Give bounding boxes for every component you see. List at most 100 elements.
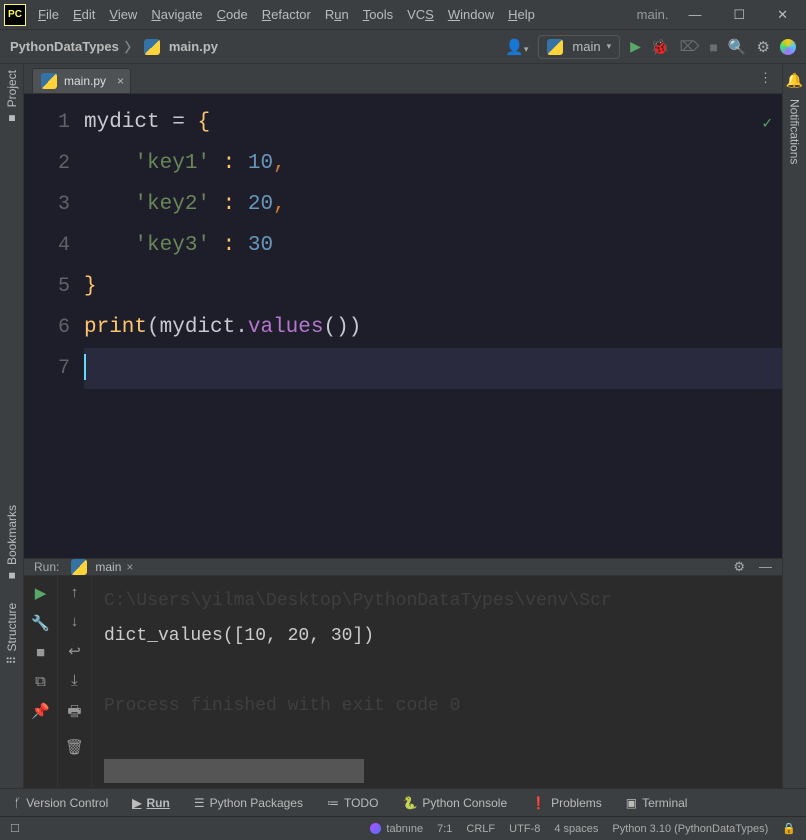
run-button[interactable]: ▶ <box>630 38 641 55</box>
python-file-icon <box>144 39 160 55</box>
structure-tool[interactable]: ⠿ Structure <box>5 603 19 664</box>
menu-file[interactable]: File <box>38 7 59 22</box>
minimize-icon[interactable]: — <box>688 7 701 23</box>
menu-run[interactable]: Run <box>325 7 349 22</box>
pin-icon[interactable]: 📌 <box>31 702 50 720</box>
wrap-icon[interactable]: ↩ <box>68 642 81 660</box>
plugin-icon[interactable] <box>780 39 796 55</box>
debug-button[interactable]: 🐞 <box>651 38 670 56</box>
run-actions: ▶ 🔧 ■ ⧉ 📌 <box>24 576 58 805</box>
python-file-icon <box>71 559 87 575</box>
search-icon[interactable]: 🔍 <box>728 38 747 56</box>
run-body: ▶ 🔧 ■ ⧉ 📌 ↑ ↓ ↩ ⤓ 🖶 🗑 C:\Users\yilma\Des… <box>24 576 782 805</box>
console-cursor <box>104 759 364 783</box>
user-icon[interactable]: 👤▾ <box>505 38 528 56</box>
close-tab-icon[interactable]: × <box>126 560 133 574</box>
code-line: mydict = { <box>84 102 782 143</box>
breadcrumb-file[interactable]: main.py <box>169 39 218 54</box>
indent-icon[interactable]: ☐ <box>10 822 20 835</box>
interpreter[interactable]: Python 3.10 (PythonDataTypes) <box>612 823 768 835</box>
layout-icon[interactable]: ⧉ <box>35 673 46 690</box>
python-file-icon <box>41 73 57 89</box>
close-tab-icon[interactable]: × <box>117 74 124 88</box>
tab-options-icon[interactable]: ⋮ <box>759 70 772 86</box>
run-config-select[interactable]: main ▾ <box>538 35 620 59</box>
menu-refactor[interactable]: Refactor <box>262 7 311 22</box>
window-controls: — ☐ ✕ <box>688 7 788 23</box>
chevron-down-icon: ▾ <box>607 41 612 52</box>
wrench-icon[interactable]: 🔧 <box>31 614 50 632</box>
app-icon: PC <box>4 4 26 26</box>
editor-tabbar: main.py × ⋮ <box>24 64 782 94</box>
code-editor[interactable]: ✓ mydict = { 'key1' : 10, 'key2' : 20, '… <box>84 94 782 558</box>
code-line: 'key2' : 20, <box>84 184 782 225</box>
maximize-icon[interactable]: ☐ <box>733 7 745 23</box>
line-number: 4 <box>24 225 70 266</box>
tab-label: main.py <box>64 74 106 88</box>
up-icon[interactable]: ↑ <box>71 584 79 601</box>
tabnine-widget[interactable]: tabnıne <box>370 823 423 835</box>
menu-code[interactable]: Code <box>217 7 248 22</box>
editor-tab[interactable]: main.py × <box>32 68 131 93</box>
chevron-right-icon: 〉 <box>125 37 138 56</box>
run-actions-2: ↑ ↓ ↩ ⤓ 🖶 🗑 <box>58 576 92 805</box>
menu-vcs[interactable]: VCS <box>407 7 434 22</box>
panel-settings-icon[interactable]: ⚙ <box>733 559 745 575</box>
clear-icon[interactable]: 🗑 <box>65 738 84 756</box>
line-number: 1 <box>24 102 70 143</box>
settings-icon[interactable]: ⚙ <box>757 38 770 56</box>
python-file-icon <box>547 39 563 55</box>
line-number: 6 <box>24 307 70 348</box>
title-filename: main. <box>637 7 669 22</box>
right-tool-rail: 🔔 Notifications <box>782 64 806 788</box>
caret <box>84 354 86 380</box>
toolbar: PythonDataTypes 〉 main.py 👤▾ main ▾ ▶ 🐞 … <box>0 30 806 64</box>
coverage-button[interactable]: ⌦ <box>680 38 700 55</box>
lock-icon[interactable]: 🔒 <box>782 822 796 835</box>
rerun-icon[interactable]: ▶ <box>35 584 47 602</box>
indent-status[interactable]: 4 spaces <box>554 823 598 835</box>
run-panel-tab[interactable]: main × <box>71 559 133 575</box>
editor-wrap: 1 2 3 4 5 6 7 ✓ mydict = { 'key1' : 10, … <box>24 94 782 558</box>
stop-button[interactable]: ■ <box>709 39 717 55</box>
status-bar: ☐ tabnıne 7:1 CRLF UTF-8 4 spaces Python… <box>0 816 806 840</box>
menu-navigate[interactable]: Navigate <box>151 7 202 22</box>
bookmarks-tool[interactable]: ■ Bookmarks <box>5 505 19 583</box>
menu-tools[interactable]: Tools <box>363 7 393 22</box>
project-tool[interactable]: ■ Project <box>5 70 19 125</box>
editor-column: main.py × ⋮ 1 2 3 4 5 6 7 ✓ mydict = { '… <box>24 64 782 788</box>
menu-view[interactable]: View <box>109 7 137 22</box>
scroll-icon[interactable]: ⤓ <box>71 672 78 689</box>
main-menu: File Edit View Navigate Code Refactor Ru… <box>38 7 637 22</box>
cursor-position[interactable]: 7:1 <box>437 823 452 835</box>
close-icon[interactable]: ✕ <box>777 7 788 23</box>
line-number: 7 <box>24 348 70 389</box>
console-line: Process finished with exit code 0 <box>104 689 770 724</box>
code-line: 'key3' : 30 <box>84 225 782 266</box>
encoding[interactable]: UTF-8 <box>509 823 540 835</box>
menu-edit[interactable]: Edit <box>73 7 95 22</box>
toolbar-right: 👤▾ main ▾ ▶ 🐞 ⌦ ■ 🔍 ⚙ <box>505 35 796 59</box>
console-line: dict_values([10, 20, 30]) <box>104 619 770 654</box>
main-area: ■ Project ■ Bookmarks ⠿ Structure main.p… <box>0 64 806 788</box>
title-bar: PC File Edit View Navigate Code Refactor… <box>0 0 806 30</box>
line-number: 2 <box>24 143 70 184</box>
code-line: 'key1' : 10, <box>84 143 782 184</box>
line-number: 5 <box>24 266 70 307</box>
panel-minimize-icon[interactable]: — <box>759 559 772 575</box>
menu-window[interactable]: Window <box>448 7 494 22</box>
notifications-tool[interactable]: Notifications <box>788 99 802 164</box>
inspection-ok-icon[interactable]: ✓ <box>762 104 772 145</box>
menu-help[interactable]: Help <box>508 7 535 22</box>
console-output[interactable]: C:\Users\yilma\Desktop\PythonDataTypes\v… <box>92 576 782 805</box>
breadcrumb-project[interactable]: PythonDataTypes <box>10 39 119 54</box>
line-gutter: 1 2 3 4 5 6 7 <box>24 94 84 558</box>
bell-icon[interactable]: 🔔 <box>786 72 803 89</box>
stop-icon[interactable]: ■ <box>36 644 45 661</box>
run-panel-header: Run: main × ⚙ — <box>24 559 782 576</box>
down-icon[interactable]: ↓ <box>71 613 79 630</box>
line-separator[interactable]: CRLF <box>466 823 495 835</box>
left-tool-rail: ■ Project ■ Bookmarks ⠿ Structure <box>0 64 24 788</box>
line-number: 3 <box>24 184 70 225</box>
print-icon[interactable]: 🖶 <box>67 701 81 726</box>
